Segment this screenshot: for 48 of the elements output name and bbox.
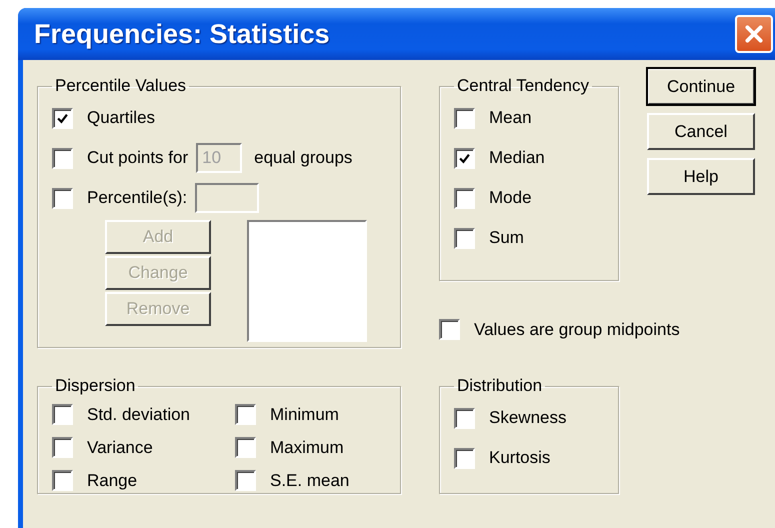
- checkbox[interactable]: [439, 319, 460, 340]
- checkbox[interactable]: [52, 470, 73, 491]
- group-title: Dispersion: [54, 376, 136, 396]
- checkbox-label: Maximum: [270, 438, 344, 458]
- group-title: Central Tendency: [456, 76, 590, 96]
- checkbox-label: Kurtosis: [489, 448, 550, 468]
- percentile-list[interactable]: [247, 220, 367, 342]
- checkbox-label: S.E. mean: [270, 470, 350, 490]
- checkbox[interactable]: [454, 148, 475, 168]
- window-title: Frequencies: Statistics: [34, 18, 330, 50]
- checkbox-label: Variance: [87, 438, 153, 458]
- percentile-field[interactable]: [195, 183, 260, 213]
- checkbox-label: Quartiles: [87, 108, 156, 128]
- dialog-button[interactable]: Help: [647, 158, 755, 195]
- checkbox-label: Sum: [489, 228, 524, 248]
- checkbox[interactable]: [52, 437, 73, 458]
- close-icon: [743, 23, 765, 45]
- checkbox[interactable]: [52, 108, 73, 128]
- checkbox-label: Percentile(s):: [87, 188, 188, 208]
- checkbox-label: Mode: [489, 188, 532, 208]
- checkbox-label: Mean: [489, 108, 532, 128]
- checkbox[interactable]: [454, 108, 475, 128]
- checkbox[interactable]: [235, 404, 256, 425]
- group-title: Percentile Values: [54, 76, 188, 96]
- field-suffix: equal groups: [254, 148, 352, 168]
- checkbox[interactable]: [52, 188, 73, 208]
- checkbox[interactable]: [454, 188, 475, 208]
- checkbox-label: Cut points for: [87, 148, 188, 168]
- dialog-button[interactable]: Continue: [647, 68, 755, 105]
- checkbox[interactable]: [454, 448, 475, 468]
- checkbox[interactable]: [235, 437, 256, 458]
- checkbox-label: Minimum: [270, 404, 339, 424]
- group-title: Distribution: [456, 376, 544, 396]
- checkbox[interactable]: [454, 408, 475, 428]
- checkmark-icon: [57, 112, 68, 124]
- checkbox-label: Range: [87, 470, 138, 490]
- checkbox-label: Skewness: [489, 408, 566, 428]
- dialog-button[interactable]: Cancel: [647, 113, 755, 150]
- checkbox[interactable]: [454, 228, 475, 248]
- checkbox-label: Std. deviation: [87, 404, 190, 424]
- checkmark-icon: [459, 152, 470, 164]
- checkbox[interactable]: [235, 470, 256, 491]
- checkbox-label: Median: [489, 148, 545, 168]
- close-button[interactable]: [735, 15, 773, 53]
- cut-points-field[interactable]: 10: [196, 143, 242, 173]
- checkbox[interactable]: [52, 404, 73, 425]
- checkbox[interactable]: [52, 148, 73, 168]
- checkbox-label: Values are group midpoints: [474, 320, 680, 340]
